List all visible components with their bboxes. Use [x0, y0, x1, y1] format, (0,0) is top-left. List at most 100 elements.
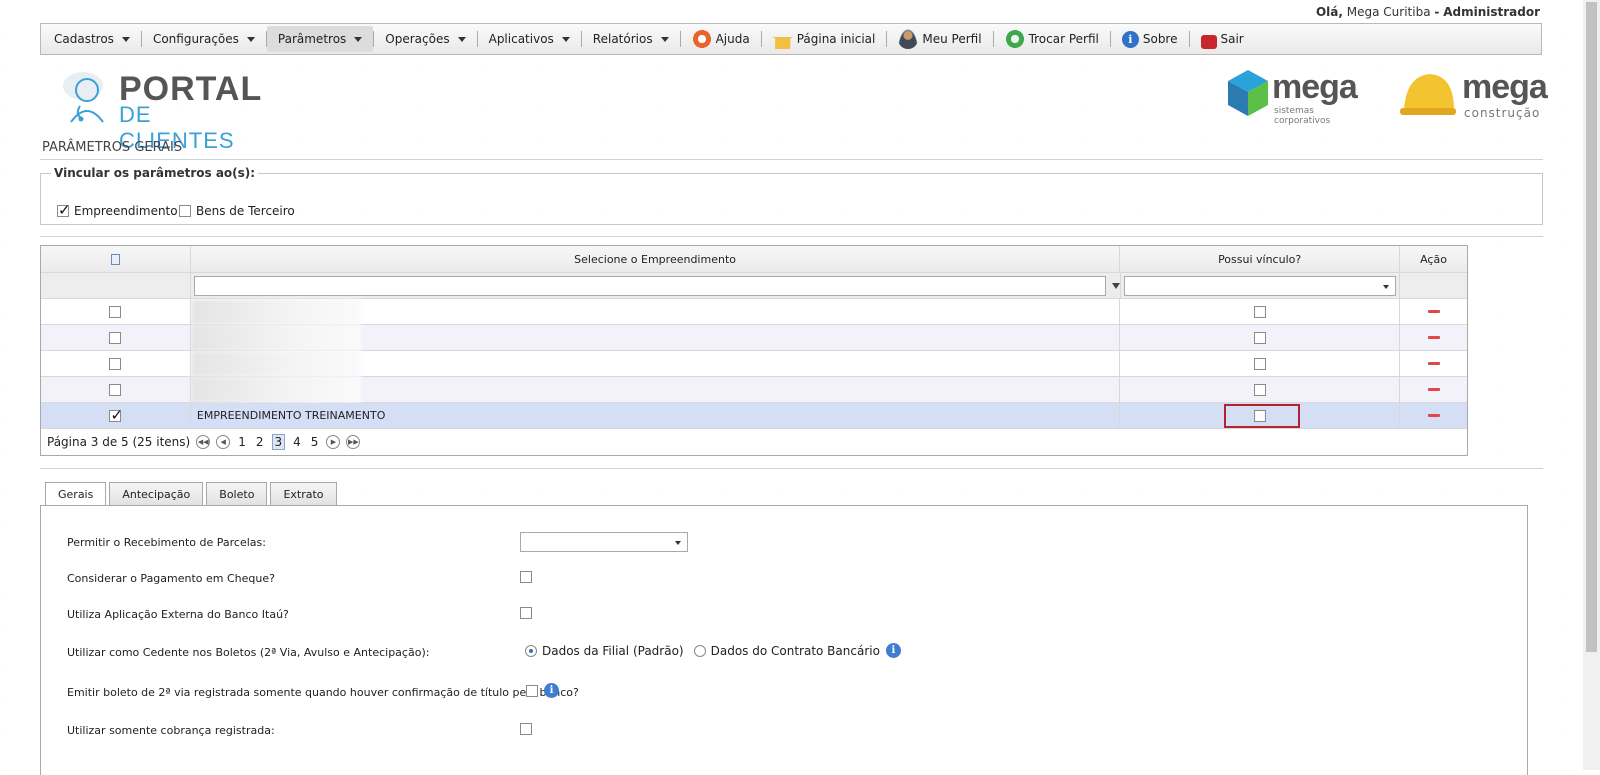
- menu-label: Operações: [385, 32, 450, 46]
- row-select-checkbox[interactable]: [109, 357, 122, 370]
- table-row[interactable]: [41, 376, 1467, 403]
- page-link-current[interactable]: 3: [271, 434, 286, 450]
- page-link[interactable]: 4: [291, 435, 303, 449]
- divider: [40, 468, 1543, 469]
- remove-icon[interactable]: [1427, 388, 1440, 391]
- menu-label: Trocar Perfil: [1028, 32, 1099, 46]
- page-link[interactable]: 2: [254, 435, 266, 449]
- radio-dados-filial[interactable]: [525, 644, 537, 657]
- bens-terceiro-checkbox[interactable]: [179, 205, 191, 217]
- empreendimento-label: Empreendimento: [74, 204, 178, 218]
- pagamento-cheque-checkbox[interactable]: [520, 571, 532, 583]
- next-page-icon[interactable]: ▶: [326, 435, 341, 449]
- empreendimento-checkbox[interactable]: [57, 201, 71, 219]
- row-vinculo-cell: [1120, 325, 1401, 350]
- filter-icon[interactable]: [1111, 282, 1120, 289]
- page-title: PARÂMETROS GERAIS: [42, 140, 183, 155]
- prev-page-icon[interactable]: ◀: [216, 435, 231, 449]
- row-select-checkbox[interactable]: [109, 331, 122, 344]
- hardhat-icon: [1400, 74, 1456, 115]
- recebimento-parcelas-control: [520, 532, 688, 552]
- grid-pager: Página 3 de 5 (25 itens) ◀◀ ◀ 1 2 3 4 5 …: [41, 429, 1467, 455]
- page-scrollbar[interactable]: [1583, 0, 1600, 770]
- emitir-boleto-checkbox[interactable]: [526, 684, 538, 697]
- table-row-selected[interactable]: EMPREENDIMENTO TREINAMENTO: [41, 403, 1467, 429]
- cobranca-registrada-checkbox[interactable]: [520, 723, 532, 735]
- info-icon[interactable]: i: [885, 643, 901, 658]
- vinculo-checkbox[interactable]: [1253, 331, 1266, 344]
- user-greeting: Olá, Mega Curitiba - Administrador: [1316, 5, 1540, 19]
- vinculo-checkbox[interactable]: [1253, 383, 1266, 396]
- first-page-icon[interactable]: ◀◀: [196, 435, 211, 449]
- remove-icon[interactable]: [1427, 414, 1440, 417]
- highlight-box: [1224, 404, 1300, 428]
- vinculo-checkbox[interactable]: [1253, 357, 1266, 370]
- tab-gerais[interactable]: Gerais: [45, 482, 107, 506]
- row-select-checkbox[interactable]: [109, 383, 122, 396]
- banco-itau-checkbox[interactable]: [520, 607, 532, 619]
- menu-meu-perfil[interactable]: Meu Perfil: [887, 26, 992, 52]
- menu-operacoes[interactable]: Operações: [374, 26, 476, 52]
- remove-icon[interactable]: [1427, 362, 1440, 365]
- row-name-cell: [190, 350, 1121, 377]
- menu-relatorios[interactable]: Relatórios: [582, 26, 680, 52]
- filter-empreendimento-input[interactable]: [193, 275, 1106, 296]
- tab-extrato[interactable]: Extrato: [270, 482, 337, 505]
- menu-aplicativos[interactable]: Aplicativos: [478, 26, 581, 52]
- menu-label: Relatórios: [592, 32, 653, 46]
- row-acao-cell: [1400, 299, 1467, 324]
- remove-icon[interactable]: [1427, 310, 1440, 313]
- menu-label: Parâmetros: [277, 32, 347, 46]
- lifebuoy-icon: [691, 29, 712, 49]
- menu-ajuda[interactable]: Ajuda: [681, 26, 761, 52]
- option-empreendimento[interactable]: Empreendimento: [57, 201, 178, 219]
- page-link[interactable]: 5: [309, 435, 321, 449]
- filter-vinculo-select[interactable]: [1123, 275, 1396, 296]
- info-icon[interactable]: i: [544, 683, 559, 698]
- remove-icon[interactable]: [1427, 336, 1440, 339]
- row-select-checkbox[interactable]: [109, 406, 123, 424]
- page-link[interactable]: 1: [236, 435, 248, 449]
- menu-parametros[interactable]: Parâmetros: [266, 26, 374, 52]
- radio-dados-contrato[interactable]: [693, 644, 706, 657]
- column-header-empreendimento[interactable]: Selecione o Empreendimento: [191, 246, 1121, 272]
- radio-dados-contrato-label: Dados do Contrato Bancário: [710, 643, 880, 658]
- menu-sobre[interactable]: i Sobre: [1111, 26, 1189, 52]
- mega-construcao-logo: mega construção: [1400, 68, 1548, 124]
- menu-label: Sobre: [1142, 32, 1178, 46]
- row-acao-cell: [1400, 325, 1467, 350]
- row-select-cell: [41, 351, 191, 376]
- menu-sair[interactable]: Sair: [1190, 26, 1255, 52]
- chevron-down-icon: [121, 36, 130, 42]
- last-page-icon[interactable]: ▶▶: [346, 435, 361, 449]
- filter-empreendimento-cell: [191, 273, 1121, 298]
- menu-label: Configurações: [152, 32, 239, 46]
- mega-logo-sub: construção: [1464, 106, 1541, 120]
- menu-label: Cadastros: [54, 32, 114, 46]
- table-row[interactable]: [41, 350, 1467, 377]
- scrollbar-thumb[interactable]: [1586, 2, 1597, 652]
- menu-label: Página inicial: [796, 32, 876, 46]
- table-row[interactable]: [41, 298, 1467, 325]
- vincular-fieldset: Vincular os parâmetros ao(s): Empreendim…: [40, 166, 1543, 225]
- option-bens-terceiro[interactable]: Bens de Terceiro: [179, 204, 295, 218]
- select-all-header[interactable]: [41, 246, 191, 272]
- menu-trocar-perfil[interactable]: Trocar Perfil: [994, 26, 1110, 52]
- menu-cadastros[interactable]: Cadastros: [43, 26, 141, 52]
- column-header-vinculo[interactable]: Possui vínculo?: [1120, 246, 1401, 272]
- row-select-checkbox[interactable]: [109, 305, 122, 318]
- table-row[interactable]: [41, 324, 1467, 351]
- row-select-cell: [41, 325, 191, 350]
- tab-boleto[interactable]: Boleto: [206, 482, 268, 505]
- portal-logo: PORTAL DE CLIENTES: [55, 66, 261, 153]
- recebimento-parcelas-select[interactable]: [520, 532, 688, 552]
- grid-filter-row: [41, 273, 1467, 299]
- row-acao-cell: [1400, 377, 1467, 402]
- menu-configuracoes[interactable]: Configurações: [142, 26, 266, 52]
- menu-pagina-inicial[interactable]: Página inicial: [762, 26, 887, 52]
- tab-antecipacao[interactable]: Antecipação: [109, 482, 204, 505]
- label-recebimento-parcelas: Permitir o Recebimento de Parcelas:: [67, 536, 266, 549]
- label-cobranca-registrada: Utilizar somente cobrança registrada:: [67, 724, 275, 737]
- vinculo-checkbox[interactable]: [1253, 305, 1266, 318]
- banco-itau-control: [520, 607, 532, 619]
